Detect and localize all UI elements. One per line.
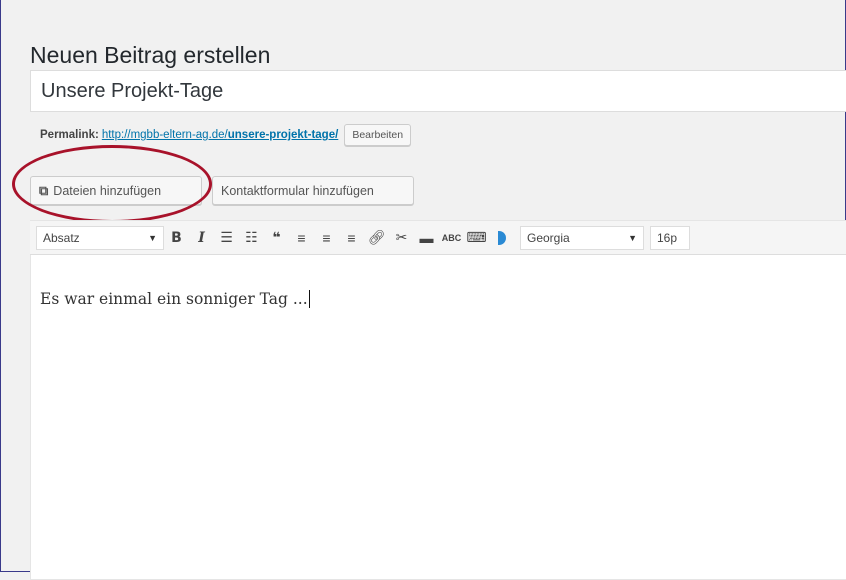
plugin-icon[interactable] [491,226,513,250]
font-size-value: 16p [657,230,678,245]
bullet-list-icon[interactable]: ☰ [216,226,238,250]
spellcheck-icon[interactable]: ABC [441,226,463,250]
permalink-row: Permalink: http://mgbb-eltern-ag.de/unse… [40,124,412,146]
blockquote-icon[interactable]: ❝ [266,226,288,250]
editor-text: Es war einmal ein sonniger Tag ... [40,290,308,308]
read-more-icon[interactable]: ▬ [416,226,438,250]
media-icon: ⧉ [39,182,49,198]
editor-toolbar: Absatz ▼ B I ☰ ☷ ❝ ≡ ≡ ≡ 🔗︎ ✂ ▬ ABC ⌨ Ge… [30,221,846,255]
permalink-slug: unsere-projekt-tage/ [227,129,339,141]
permalink-link[interactable]: http://mgbb-eltern-ag.de/unsere-projekt-… [102,129,339,141]
add-media-label: Dateien hinzufügen [53,183,162,198]
link-icon[interactable]: 🔗︎ [366,226,388,250]
post-title-input[interactable]: Unsere Projekt-Tage [30,70,846,112]
font-family-select[interactable]: Georgia ▼ [520,225,644,250]
page-title: Neuen Beitrag erstellen [30,42,271,69]
align-right-icon[interactable]: ≡ [341,226,363,250]
editor-content[interactable]: Es war einmal ein sonniger Tag ... [40,290,310,308]
add-contact-form-label: Kontaktformular hinzufügen [221,183,374,198]
permalink-base: http://mgbb-eltern-ag.de/ [101,129,228,141]
format-select[interactable]: Absatz ▼ [36,225,164,250]
numbered-list-icon[interactable]: ☷ [241,226,263,250]
unlink-icon[interactable]: ✂ [391,226,413,250]
editor-area[interactable] [30,220,846,580]
italic-button[interactable]: I [191,226,213,250]
format-select-value: Absatz [43,230,80,245]
align-center-icon[interactable]: ≡ [316,226,338,250]
add-contact-form-button[interactable]: Kontaktformular hinzufügen [212,176,414,205]
font-size-select[interactable]: 16p [650,225,690,250]
bold-button[interactable]: B [166,226,188,250]
permalink-edit-button[interactable]: Bearbeiten [344,124,412,146]
text-cursor [308,290,310,308]
add-media-button[interactable]: ⧉ Dateien hinzufügen [30,176,202,205]
align-left-icon[interactable]: ≡ [291,226,313,250]
keyboard-icon[interactable]: ⌨ [466,226,488,250]
permalink-label: Permalink: [40,129,99,141]
chevron-down-icon: ▼ [148,232,157,243]
chevron-down-icon: ▼ [628,232,637,243]
font-family-value: Georgia [527,230,570,245]
